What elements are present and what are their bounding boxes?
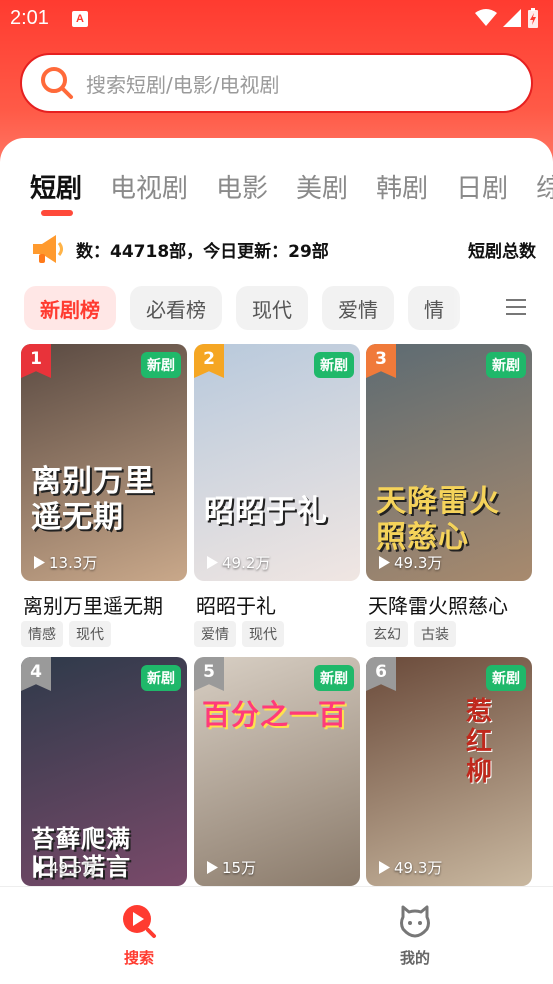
- category-tabs: 短剧 电视剧 电影 美剧 韩剧 日剧 综: [30, 168, 553, 205]
- new-badge: 新剧: [141, 352, 181, 378]
- poster-title-art: 惹红柳: [466, 697, 494, 787]
- status-icons: [475, 8, 539, 28]
- chip-romance[interactable]: 爱情: [322, 286, 394, 330]
- view-count-text: 49.3万: [394, 554, 443, 572]
- tab-short-drama[interactable]: 短剧: [30, 168, 82, 205]
- view-count: 49.3万: [378, 857, 442, 878]
- nav-profile-label: 我的: [399, 949, 430, 967]
- new-badge: 新剧: [314, 665, 354, 691]
- view-count: 49.3万: [378, 552, 442, 573]
- tab-tv-series[interactable]: 电视剧: [110, 168, 188, 205]
- play-icon: [207, 556, 218, 569]
- notice-text-repeat: 短剧总数: [468, 242, 536, 262]
- new-badge: 新剧: [141, 665, 181, 691]
- tab-japanese-drama[interactable]: 日剧: [456, 168, 508, 205]
- view-count-text: 49.3万: [394, 859, 443, 877]
- poster-image[interactable]: 百分之一百 5 新剧 15万: [194, 657, 360, 886]
- tab-korean-drama[interactable]: 韩剧: [376, 168, 428, 205]
- chip-new-drama-rank[interactable]: 新剧榜: [24, 286, 116, 330]
- rank-badge: 4: [21, 657, 51, 691]
- tag: 爱情: [194, 621, 236, 647]
- search-placeholder: 搜索短剧/电影/电视剧: [86, 72, 280, 97]
- menu-icon[interactable]: [506, 298, 526, 316]
- search-icon: [41, 67, 73, 99]
- poster-image[interactable]: 天降雷火 照慈心 3 新剧 49.3万: [366, 344, 532, 581]
- view-count-text: 13.3万: [49, 554, 98, 572]
- chip-modern[interactable]: 现代: [236, 286, 308, 330]
- view-count-text: 49.5万: [49, 859, 98, 877]
- play-icon: [207, 861, 218, 874]
- nav-search-label: 搜索: [123, 949, 154, 967]
- bottom-nav: 搜索 我的: [0, 886, 553, 984]
- search-input[interactable]: 搜索短剧/电影/电视剧: [20, 53, 533, 113]
- status-time: 2:01: [10, 7, 49, 29]
- notice-bar: 数：44718部，今日更新：29部 短剧总数: [30, 232, 553, 266]
- rank-badge: 5: [194, 657, 224, 691]
- poster-image[interactable]: 昭昭于礼 2 新剧 49.2万: [194, 344, 360, 581]
- tag: 玄幻: [366, 621, 408, 647]
- tag-list: 情感 现代: [21, 621, 111, 647]
- view-count-text: 15万: [222, 859, 257, 877]
- profile-icon: [400, 905, 430, 938]
- ranking-chips: 新剧榜 必看榜 现代 爱情 情: [24, 286, 460, 330]
- tab-variety[interactable]: 综: [536, 168, 553, 205]
- poster-title-art: 天降雷火 照慈心: [376, 484, 500, 555]
- tag: 情感: [21, 621, 63, 647]
- drama-title[interactable]: 昭昭于礼: [196, 590, 276, 619]
- rank-badge: 6: [366, 657, 396, 691]
- poster-image[interactable]: 苔藓爬满 旧日诺言 4 新剧 49.5万: [21, 657, 187, 886]
- tag-list: 玄幻 古装: [366, 621, 456, 647]
- tag: 现代: [69, 621, 111, 647]
- search-play-icon: [123, 905, 156, 938]
- poster-image[interactable]: 离别万里 遥无期 1 新剧 13.3万: [21, 344, 187, 581]
- tag-list: 爱情 现代: [194, 621, 284, 647]
- poster-title-art: 离别万里 遥无期: [31, 464, 155, 535]
- new-badge: 新剧: [314, 352, 354, 378]
- chip-must-watch-rank[interactable]: 必看榜: [130, 286, 222, 330]
- rank-badge: 3: [366, 344, 396, 378]
- megaphone-icon: [33, 235, 63, 263]
- tab-movie[interactable]: 电影: [216, 168, 268, 205]
- view-count: 49.5万: [33, 857, 97, 878]
- play-icon: [379, 556, 390, 569]
- app-notification-icon: A: [72, 11, 88, 27]
- new-badge: 新剧: [486, 352, 526, 378]
- tag: 古装: [414, 621, 456, 647]
- drama-title[interactable]: 天降雷火照慈心: [368, 590, 508, 619]
- nav-search[interactable]: 搜索: [99, 903, 179, 968]
- chip-fade: [452, 286, 553, 330]
- view-count: 15万: [206, 857, 256, 878]
- tag: 现代: [242, 621, 284, 647]
- poster-title-art: 百分之一百: [202, 698, 348, 731]
- view-count: 13.3万: [33, 552, 97, 573]
- view-count: 49.2万: [206, 552, 270, 573]
- play-icon: [379, 861, 390, 874]
- view-count-text: 49.2万: [222, 554, 271, 572]
- drama-title[interactable]: 离别万里遥无期: [23, 590, 163, 619]
- rank-badge: 2: [194, 344, 224, 378]
- play-icon: [34, 556, 45, 569]
- tab-us-drama[interactable]: 美剧: [296, 168, 348, 205]
- wifi-icon: [475, 9, 497, 26]
- status-bar: 2:01 A: [0, 0, 553, 38]
- signal-icon: [503, 9, 521, 27]
- rank-badge: 1: [21, 344, 51, 378]
- notice-text: 数：44718部，今日更新：29部: [76, 242, 329, 262]
- active-tab-indicator: [41, 210, 73, 216]
- poster-title-art: 昭昭于礼: [204, 494, 328, 529]
- battery-icon: [528, 8, 538, 28]
- new-badge: 新剧: [486, 665, 526, 691]
- poster-image[interactable]: 惹红柳 6 新剧 49.3万: [366, 657, 532, 886]
- nav-profile[interactable]: 我的: [375, 903, 455, 968]
- play-icon: [34, 861, 45, 874]
